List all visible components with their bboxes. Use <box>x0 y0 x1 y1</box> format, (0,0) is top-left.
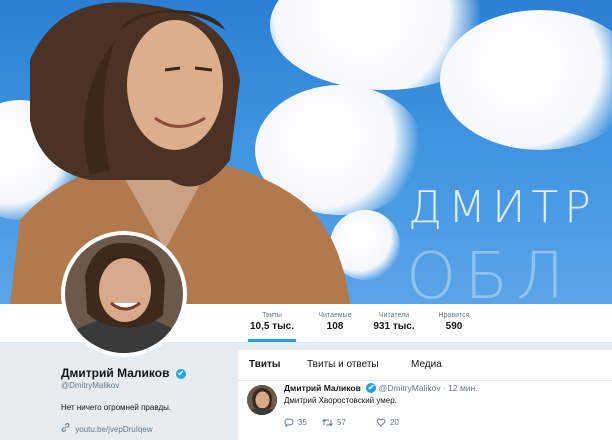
avatar-photo <box>65 235 183 353</box>
tweet-author-name[interactable]: Дмитрий Маликов <box>284 383 361 393</box>
stat-value: 590 <box>445 321 463 332</box>
stat-following[interactable]: Читаемые 108 <box>310 312 360 332</box>
reply-button[interactable]: 35 <box>284 418 307 428</box>
tab-media[interactable]: Медиа <box>411 359 442 370</box>
like-count: 20 <box>390 418 399 427</box>
stat-tweets[interactable]: Твиты 10,5 тыс. <box>248 312 296 342</box>
stat-label: Читатели <box>378 312 410 319</box>
reply-count: 35 <box>298 418 307 427</box>
tweet-header: Дмитрий Маликов ✔ @DmitryMalikov · 12 ми… <box>284 383 478 393</box>
banner-text-surname: ОБЛ <box>406 240 573 304</box>
reply-icon <box>284 418 294 428</box>
profile-name-text: Дмитрий Маликов <box>61 366 170 380</box>
retweet-icon <box>322 418 333 427</box>
profile-bio: Нет ничего огромней правды. <box>61 403 172 412</box>
stat-value: 108 <box>326 321 344 332</box>
banner-text-name: ДМИТР <box>408 182 597 233</box>
profile-link[interactable]: youtu.be/jvepDruIqew <box>61 423 153 434</box>
stat-followers[interactable]: Читатели 931 тыс. <box>368 312 420 332</box>
profile-avatar[interactable] <box>61 231 187 357</box>
retweet-count: 57 <box>337 418 346 427</box>
like-button[interactable]: 20 <box>376 418 399 427</box>
tweet[interactable]: Дмитрий Маликов ✔ @DmitryMalikov · 12 ми… <box>238 381 612 440</box>
tab-tweets-and-replies[interactable]: Твиты и ответы <box>307 359 379 370</box>
link-icon <box>61 423 70 434</box>
tweet-avatar[interactable] <box>247 385 277 415</box>
stat-label: Нравится <box>438 312 470 319</box>
tweet-handle-time[interactable]: @DmitryMalikov · 12 мин. <box>379 383 478 393</box>
stat-value: 931 тыс. <box>373 321 415 332</box>
stat-label: Твиты <box>262 312 282 319</box>
profile-link-text[interactable]: youtu.be/jvepDruIqew <box>75 425 152 434</box>
heart-icon <box>376 418 386 427</box>
stat-likes[interactable]: Нравится 590 <box>430 312 478 332</box>
timeline: Твиты Твиты и ответы Медиа Дмитрий Малик… <box>238 350 612 440</box>
stat-value: 10,5 тыс. <box>249 321 295 332</box>
profile-handle[interactable]: @DmitryMalikov <box>61 381 119 390</box>
tab-tweets[interactable]: Твиты <box>249 359 280 370</box>
tweet-text: Дмитрий Хворостовский умер. <box>284 396 397 405</box>
banner-person-illustration <box>10 2 350 304</box>
timeline-tabs: Твиты Твиты и ответы Медиа <box>238 350 612 381</box>
verified-badge-icon: ✔ <box>366 383 377 393</box>
verified-badge-icon: ✔ <box>175 369 186 379</box>
retweet-button[interactable]: 57 <box>322 418 346 427</box>
profile-name: Дмитрий Маликов ✔ <box>61 366 186 380</box>
stat-label: Читаемые <box>318 312 352 319</box>
